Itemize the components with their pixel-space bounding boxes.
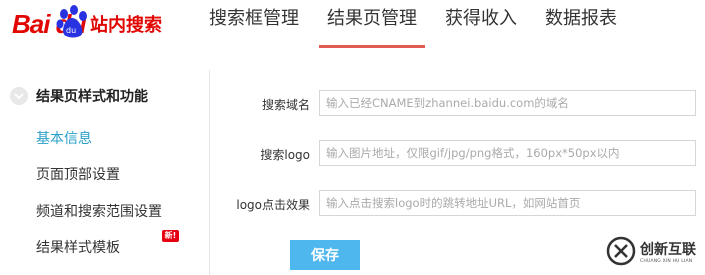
logo-subtitle: 站内搜索 xyxy=(90,15,162,36)
sidebar: 结果页样式和功能 基本信息 页面顶部设置 频道和搜索范围设置 结果样式模板 新! xyxy=(0,70,210,275)
search-domain-label: 搜索域名 xyxy=(261,98,310,112)
sidebar-item-channel-scope-settings[interactable]: 频道和搜索范围设置 xyxy=(36,201,162,221)
search-logo-label: 搜索logo xyxy=(260,148,310,162)
chevron-down-icon xyxy=(10,87,28,105)
sidebar-section-title: 结果页样式和功能 xyxy=(36,89,148,105)
sidebar-section-header[interactable]: 结果页样式和功能 xyxy=(10,86,148,106)
sidebar-item-page-top-settings[interactable]: 页面顶部设置 xyxy=(36,164,120,184)
form-row-search-logo: 搜索logo xyxy=(220,140,700,168)
search-domain-input[interactable] xyxy=(319,90,696,116)
top-header: Bai du du 站内搜索 搜索框管理 结果页管理 获得收入 数据报表 xyxy=(0,0,705,48)
nav-data-reports[interactable]: 数据报表 xyxy=(531,0,631,48)
logo-click-input[interactable] xyxy=(319,190,696,216)
svg-text:du: du xyxy=(66,26,76,35)
baidu-logo[interactable]: Bai du du 站内搜索 xyxy=(10,2,175,42)
logo-click-label: logo点击效果 xyxy=(236,198,310,212)
paw-icon: du xyxy=(56,5,87,38)
nav-get-income[interactable]: 获得收入 xyxy=(431,0,531,48)
watermark-subtext: CHUANG XIN HU LIAN xyxy=(640,259,693,264)
sidebar-item-label: 结果样式模板 xyxy=(36,240,120,256)
sidebar-item-basic-info[interactable]: 基本信息 xyxy=(36,128,92,148)
form-row-search-domain: 搜索域名 xyxy=(220,90,700,118)
main-nav: 搜索框管理 结果页管理 获得收入 数据报表 xyxy=(195,0,631,48)
nav-results-page-management[interactable]: 结果页管理 xyxy=(313,0,431,48)
watermark-x-icon xyxy=(606,236,636,266)
save-button[interactable]: 保存 xyxy=(290,240,360,270)
search-logo-input[interactable] xyxy=(319,140,696,166)
new-badge: 新! xyxy=(162,230,179,242)
watermark-text: 创新互联 xyxy=(640,242,696,258)
sidebar-item-result-style-template[interactable]: 结果样式模板 新! xyxy=(36,230,179,257)
watermark-logo: 创新互联 CHUANG XIN HU LIAN xyxy=(604,232,705,275)
nav-searchbox-management[interactable]: 搜索框管理 xyxy=(195,0,313,48)
form-row-logo-click: logo点击效果 xyxy=(220,190,700,218)
